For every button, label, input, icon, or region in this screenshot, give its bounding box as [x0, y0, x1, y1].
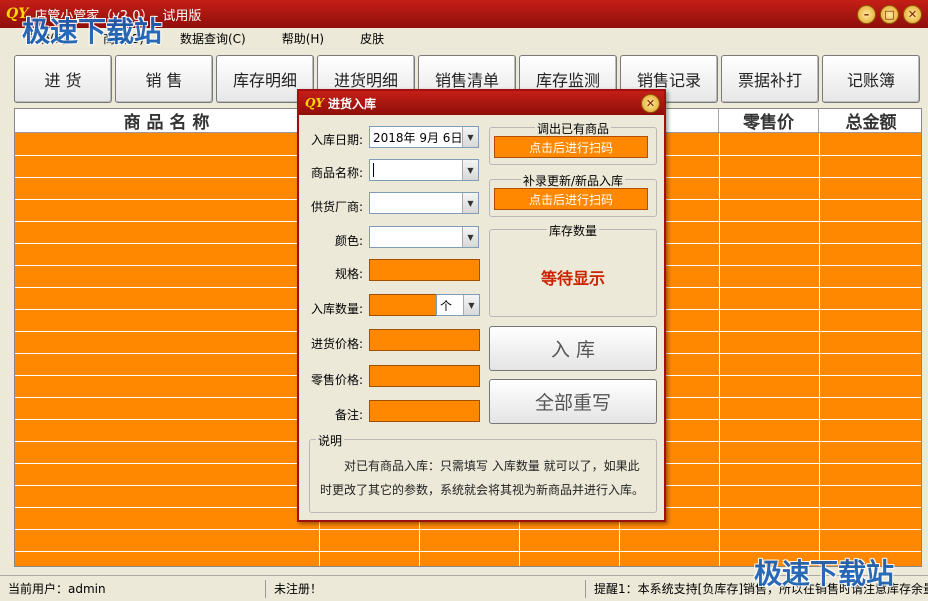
ledger-button[interactable]: 记账簿: [822, 55, 920, 103]
col-goods-name[interactable]: 商 品 名 称: [15, 109, 319, 133]
stock-qty-group: 库存数量 等待显示: [489, 224, 657, 317]
sell-button[interactable]: 销 售: [115, 55, 213, 103]
note-input[interactable]: [369, 400, 480, 422]
minimize-button[interactable]: –: [857, 5, 876, 24]
stock-qty-value: 等待显示: [540, 269, 605, 288]
label-buy-price: 进货价格:: [310, 337, 363, 351]
watermark-top: 极速下载站: [22, 15, 163, 48]
status-user: 当前用户：admin: [0, 579, 266, 598]
status-registration: 未注册！: [266, 579, 586, 598]
reset-all-button[interactable]: 全部重写: [489, 379, 657, 424]
chevron-down-icon[interactable]: ▼: [462, 227, 478, 247]
description-title: 说明: [316, 434, 345, 448]
grid-row-divider: [15, 529, 921, 530]
chevron-down-icon[interactable]: ▼: [462, 127, 478, 147]
maximize-button[interactable]: □: [880, 5, 899, 24]
label-date: 入库日期:: [310, 133, 363, 147]
date-value: 2018年 9月 6日,: [373, 130, 467, 145]
supplier-combo[interactable]: ▼: [369, 192, 479, 214]
date-picker[interactable]: 2018年 9月 6日, ▼: [369, 126, 479, 148]
label-qty: 入库数量:: [310, 302, 363, 316]
label-sell-price: 零售价格:: [310, 373, 363, 387]
stock-qty-title: 库存数量: [546, 224, 599, 238]
label-spec: 规格:: [334, 267, 363, 281]
close-button[interactable]: ✕: [903, 5, 922, 24]
sell-price-input[interactable]: [369, 365, 480, 387]
scan-existing-group: 调出已有商品 点击后进行扫码: [489, 122, 657, 165]
goods-name-combo[interactable]: ▼: [369, 159, 479, 181]
chevron-down-icon[interactable]: ▼: [462, 160, 478, 180]
label-goods-name: 商品名称:: [310, 166, 363, 180]
unit-combo[interactable]: 个 ▼: [436, 294, 480, 316]
col-total-amount[interactable]: 总金额: [819, 109, 921, 133]
buy-price-input[interactable]: [369, 329, 480, 351]
unit-value: 个: [440, 298, 453, 313]
dialog-close-button[interactable]: ✕: [641, 94, 660, 113]
grid-col-divider: [819, 133, 820, 566]
purchase-button[interactable]: 进 货: [14, 55, 112, 103]
reprint-receipt-button[interactable]: 票据补打: [721, 55, 819, 103]
stock-in-button[interactable]: 入 库: [489, 326, 657, 371]
dialog-title-bar: QY 进货入库 ✕: [299, 91, 664, 115]
watermark-bottom: 极速下载站: [754, 557, 895, 590]
scan-new-button[interactable]: 点击后进行扫码: [494, 188, 648, 210]
col-retail-price[interactable]: 零售价: [719, 109, 819, 133]
chevron-down-icon[interactable]: ▼: [462, 193, 478, 213]
dialog-title: 进货入库: [328, 96, 377, 111]
color-combo[interactable]: ▼: [369, 226, 479, 248]
purchase-dialog: QY 进货入库 ✕ 入库日期: 2018年 9月 6日, ▼ 商品名称: ▼ 供…: [297, 89, 666, 522]
description-group: 说明 对已有商品入库：只需填写 入库数量 就可以了，如果此时更改了其它的参数，系…: [309, 434, 657, 513]
scan-new-group: 补录更新/新品入库 点击后进行扫码: [489, 174, 657, 217]
description-text: 对已有商品入库：只需填写 入库数量 就可以了，如果此时更改了其它的参数，系统就会…: [320, 459, 645, 497]
scan-existing-button[interactable]: 点击后进行扫码: [494, 136, 648, 158]
menu-skin[interactable]: 皮肤: [342, 30, 402, 47]
menu-help[interactable]: 帮助(H): [264, 30, 342, 47]
dialog-logo: QY: [305, 96, 325, 110]
grid-col-divider: [719, 133, 720, 566]
menu-query[interactable]: 数据查询(C): [162, 30, 264, 47]
label-supplier: 供货厂商:: [310, 200, 363, 214]
spec-input[interactable]: [369, 259, 480, 281]
qty-input[interactable]: [369, 294, 437, 316]
label-color: 颜色:: [334, 234, 363, 248]
chevron-down-icon[interactable]: ▼: [463, 295, 479, 315]
scan-existing-title: 调出已有商品: [534, 122, 611, 136]
label-note: 备注:: [334, 408, 363, 422]
scan-new-title: 补录更新/新品入库: [520, 174, 626, 188]
